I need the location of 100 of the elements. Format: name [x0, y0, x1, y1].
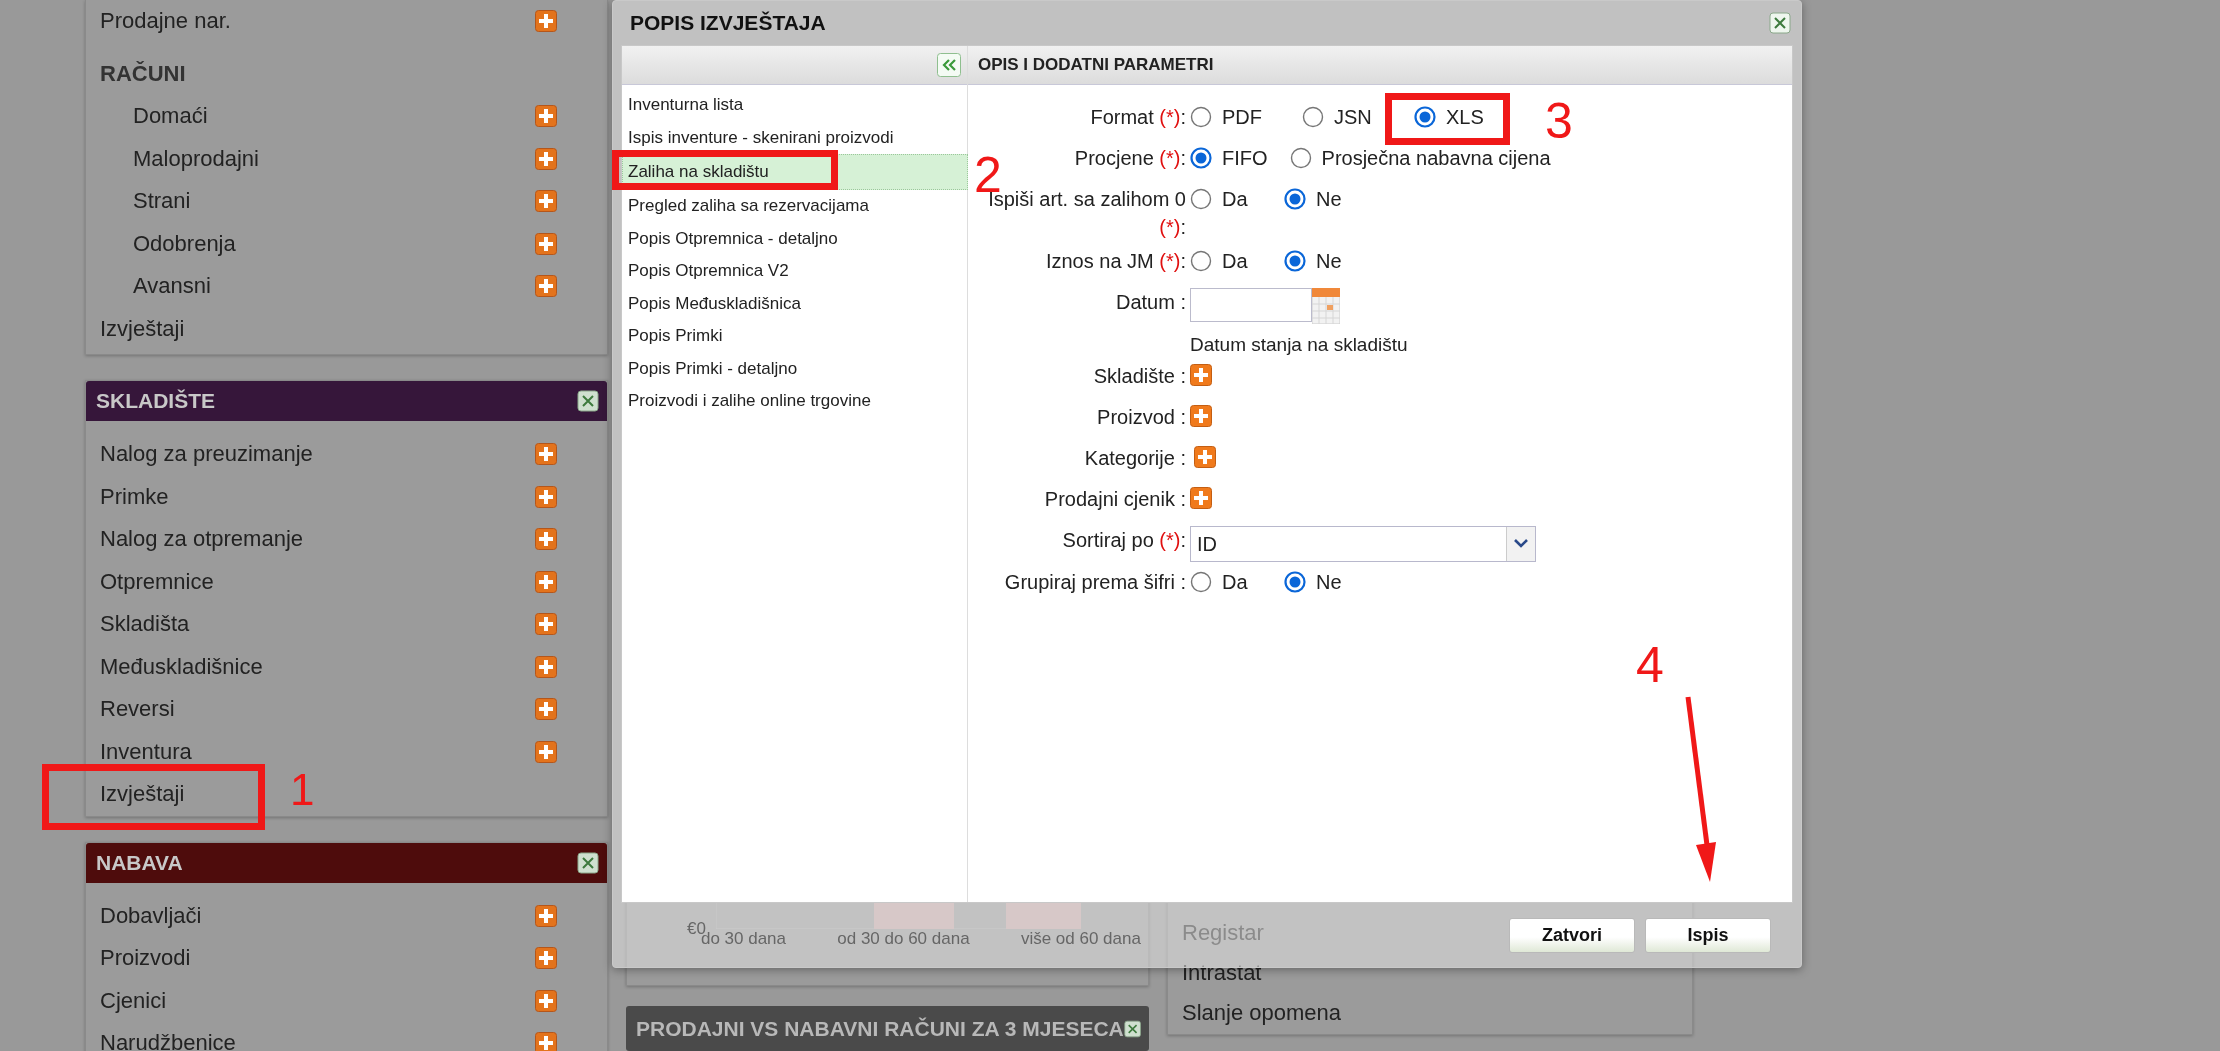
sort-dropdown[interactable]: ID	[1190, 526, 1536, 562]
menu-item[interactable]: Primke	[100, 483, 169, 510]
report-item[interactable]: Popis Međuskladišnica	[622, 287, 967, 320]
add-icon[interactable]	[1194, 446, 1216, 468]
menu-item[interactable]: Narudžbenice	[100, 1030, 236, 1051]
radio-option[interactable]: Da	[1190, 568, 1262, 596]
radio-icon[interactable]	[1284, 250, 1306, 272]
menu-item[interactable]: Slanje opomena	[1182, 1000, 1692, 1026]
menu-item[interactable]: Domaći	[133, 103, 208, 130]
add-icon[interactable]	[535, 105, 557, 128]
add-icon[interactable]	[535, 10, 557, 33]
radio-icon[interactable]	[1190, 571, 1212, 593]
radio-icon[interactable]	[1302, 106, 1324, 128]
dialog-title: POPIS IZVJEŠTAJA	[630, 11, 826, 35]
field-label: Grupiraj prema šifri :	[1003, 570, 1187, 595]
menu-item[interactable]: Intrastat	[1182, 960, 1692, 986]
report-item[interactable]: Ispis inventure - skenirani proizvodi	[622, 121, 967, 154]
radio-option[interactable]: Prosječna nabavna cijena	[1289, 144, 1551, 172]
close-button[interactable]: Zatvori	[1509, 917, 1635, 953]
menu-item[interactable]: Reversi	[100, 696, 175, 723]
menu-item[interactable]: Inventura	[100, 738, 192, 765]
menu-item[interactable]: Nalog za otpremanje	[100, 526, 303, 553]
section-title: NABAVA	[96, 850, 183, 875]
menu-item[interactable]: Izvještaji	[100, 781, 185, 808]
radio-icon[interactable]	[1190, 250, 1212, 272]
menu-item[interactable]: Maloprodajni	[133, 145, 259, 172]
chevron-down-icon	[1514, 539, 1528, 549]
radio-icon[interactable]	[1284, 571, 1306, 593]
step-number: 4	[1636, 640, 1664, 690]
add-icon[interactable]	[535, 904, 557, 927]
radio-icon[interactable]	[1414, 106, 1436, 128]
print-button[interactable]: Ispis	[1645, 917, 1771, 953]
radio-icon[interactable]	[1284, 188, 1306, 210]
radio-option[interactable]: Ne	[1284, 568, 1356, 596]
add-icon[interactable]	[535, 989, 557, 1012]
menu-item[interactable]: Cjenici	[100, 987, 167, 1014]
report-item[interactable]: Popis Otpremnica V2	[622, 255, 967, 288]
radio-option[interactable]: XLS	[1414, 103, 1522, 131]
radio-option[interactable]: Da	[1190, 185, 1262, 213]
radio-option[interactable]: PDF	[1190, 103, 1298, 131]
close-icon[interactable]	[577, 390, 599, 412]
menu-item[interactable]: Prodajne nar.	[100, 8, 231, 35]
step-number: 3	[1545, 96, 1573, 146]
add-icon[interactable]	[535, 947, 557, 970]
menu-item[interactable]: Strani	[133, 188, 191, 215]
close-icon[interactable]	[577, 851, 599, 874]
field-label: Skladište :	[1092, 364, 1187, 389]
report-item[interactable]: Inventurna lista	[622, 89, 967, 122]
add-icon[interactable]	[1190, 405, 1212, 427]
radio-icon[interactable]	[1190, 106, 1212, 128]
field-label: Datum :	[1114, 290, 1187, 315]
add-icon[interactable]	[535, 485, 557, 508]
section-title: SKLADIŠTE	[96, 389, 215, 413]
field-label: Format (*):	[1089, 105, 1187, 130]
radio-option[interactable]: JSN	[1302, 103, 1410, 131]
menu-item[interactable]: Dobavljači	[100, 902, 202, 929]
date-field[interactable]	[1190, 288, 1312, 322]
add-icon[interactable]	[535, 570, 557, 593]
add-icon[interactable]	[1190, 364, 1212, 386]
radio-option[interactable]: Ne	[1284, 185, 1356, 213]
field-label: Proizvod :	[1096, 405, 1187, 430]
add-icon[interactable]	[535, 443, 557, 466]
radio-icon[interactable]	[1190, 188, 1212, 210]
field-label: Sortiraj po (*):	[1061, 528, 1187, 553]
pane-title: OPIS I DODATNI PARAMETRI	[978, 55, 1214, 75]
report-item[interactable]: Proizvodi i zalihe online trgovine	[622, 385, 967, 418]
chart-title: PRODAJNI VS NABAVNI RAČUNI ZA 3 MJESECA	[636, 1016, 1124, 1041]
category-label: od 30 do 60 dana	[837, 929, 970, 950]
radio-icon[interactable]	[1190, 147, 1212, 169]
add-icon[interactable]	[1190, 487, 1212, 509]
menu-item[interactable]: Otpremnice	[100, 568, 214, 595]
add-icon[interactable]	[535, 190, 557, 213]
report-item[interactable]: Popis Primki	[622, 320, 967, 353]
radio-icon[interactable]	[1289, 147, 1312, 169]
radio-option[interactable]: FIFO	[1190, 144, 1268, 172]
add-icon[interactable]	[535, 613, 557, 636]
menu-item[interactable]: Avansni	[133, 273, 211, 300]
add-icon[interactable]	[535, 1032, 557, 1051]
report-item[interactable]: Pregled zaliha sa rezervacijama	[622, 190, 967, 223]
report-item[interactable]: Popis Primki - detaljno	[622, 352, 967, 385]
add-icon[interactable]	[535, 232, 557, 255]
menu-item[interactable]: Odobrenja	[133, 230, 236, 257]
field-label: Iznos na JM (*):	[1044, 249, 1187, 274]
menu-item[interactable]: Nalog za preuzimanje	[100, 441, 313, 468]
field-label: Procjene (*):	[1073, 146, 1187, 171]
add-icon[interactable]	[535, 698, 557, 721]
menu-item[interactable]: Proizvodi	[100, 945, 191, 972]
radio-option[interactable]: Ne	[1284, 247, 1356, 275]
menu-heading: RAČUNI	[100, 60, 186, 87]
report-item[interactable]: Popis Otpremnica - detaljno	[622, 222, 967, 255]
add-icon[interactable]	[535, 528, 557, 551]
menu-item[interactable]: Izvještaji	[100, 315, 185, 342]
menu-item[interactable]: Međuskladišnice	[100, 653, 263, 680]
add-icon[interactable]	[535, 655, 557, 678]
add-icon[interactable]	[535, 275, 557, 298]
add-icon[interactable]	[535, 740, 557, 763]
add-icon[interactable]	[535, 147, 557, 170]
collapse-icon[interactable]	[937, 53, 961, 77]
radio-option[interactable]: Da	[1190, 247, 1262, 275]
menu-item[interactable]: Skladišta	[100, 611, 190, 638]
